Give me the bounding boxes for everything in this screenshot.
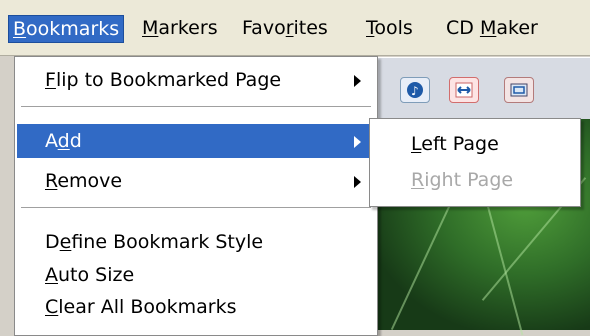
separator [21, 106, 371, 107]
submenu-arrow-icon [354, 136, 361, 148]
menu-tools[interactable]: Tools [362, 15, 417, 43]
svg-text:♪: ♪ [411, 84, 419, 98]
submenu-arrow-icon [354, 176, 361, 188]
menu-cd-maker[interactable]: CD Maker [442, 15, 542, 43]
menu-item-flip-to-bookmarked-page[interactable]: Flip to Bookmarked Page [17, 63, 375, 97]
menu-item-define-bookmark-style[interactable]: Define Bookmark Style [17, 225, 375, 259]
submenu-item-left-page[interactable]: Left Page [372, 127, 578, 161]
submenu-item-right-page: Right Page [411, 169, 514, 191]
menu-item-add[interactable]: Add [17, 124, 375, 158]
menu-bookmarks[interactable]: Bookmarks [8, 15, 125, 43]
menu-item-clear-all-bookmarks[interactable]: Clear All Bookmarks [17, 290, 375, 324]
add-submenu: Left Page Right Page [369, 118, 581, 207]
separator [21, 207, 371, 208]
fit-page-icon[interactable] [504, 77, 534, 103]
bookmarks-dropdown: Flip to Bookmarked Page Add Remove Defin… [14, 56, 378, 336]
menu-item-remove[interactable]: Remove [17, 164, 375, 198]
toolbar: ♪ [373, 57, 590, 120]
submenu-arrow-icon [354, 75, 361, 87]
menu-item-auto-size[interactable]: Auto Size [17, 258, 375, 292]
music-note-icon[interactable]: ♪ [400, 77, 430, 103]
menu-markers[interactable]: Markers [138, 15, 222, 43]
menu-bar: Bookmarks Markers Favorites Tools CD Mak… [0, 0, 590, 56]
fit-width-icon[interactable] [449, 77, 479, 103]
menu-favorites[interactable]: Favorites [238, 15, 332, 43]
